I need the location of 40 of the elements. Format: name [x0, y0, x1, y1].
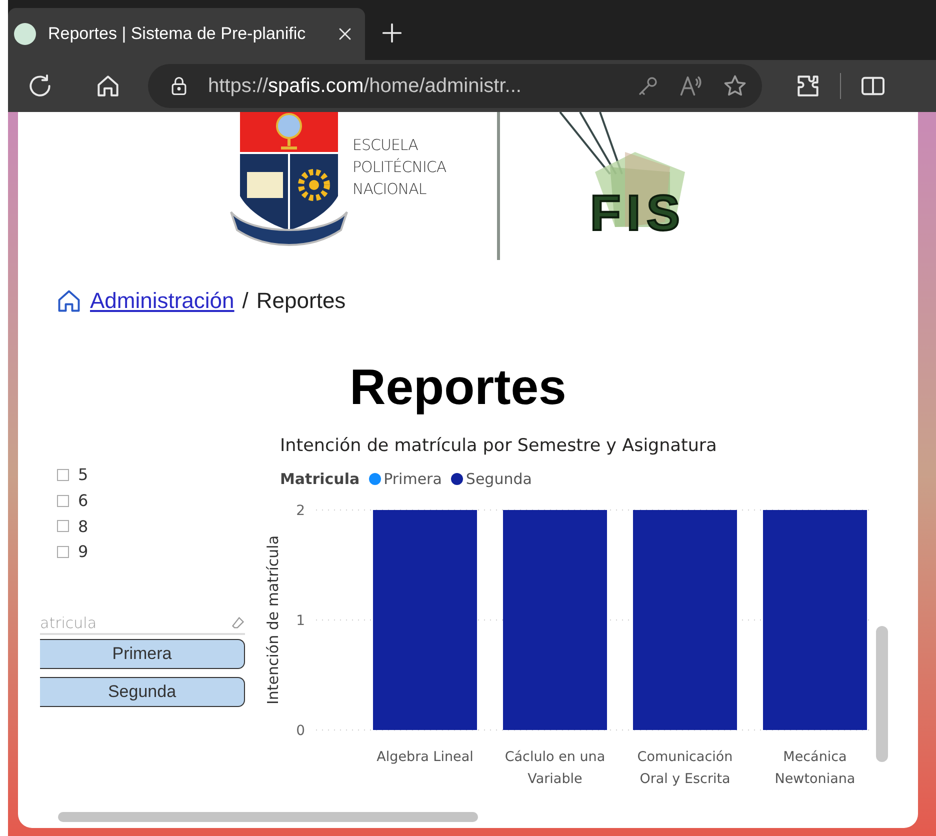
checkbox-label: 8: [78, 516, 88, 536]
y-tick-label: 1: [296, 613, 305, 629]
key-icon[interactable]: [636, 74, 660, 98]
breadcrumb-current: Reportes: [256, 288, 346, 314]
legend-title: Matricula: [280, 470, 360, 488]
checkbox-label: 5: [78, 465, 88, 484]
legend-label: Segunda: [466, 470, 532, 488]
university-name-line: POLITÉCNICA: [352, 157, 446, 178]
breadcrumb-link[interactable]: Administración: [90, 288, 234, 314]
x-category-label: Algebra Lineal: [376, 749, 474, 765]
checkbox[interactable]: [57, 546, 69, 558]
browser-tab[interactable]: Reportes | Sistema de Pre-planific: [8, 8, 365, 60]
home-icon[interactable]: [56, 288, 82, 314]
checkbox[interactable]: [57, 468, 69, 481]
site-favicon: [14, 23, 36, 45]
y-tick-label: 2: [296, 503, 305, 519]
slicer-option[interactable]: Segunda: [40, 676, 245, 707]
breadcrumb-separator: /: [242, 288, 248, 314]
address-bar[interactable]: https://spafis.com/home/administr...: [148, 64, 762, 108]
checkbox[interactable]: [57, 520, 69, 532]
chart-title: Intención de matrícula por Semestre y Asignatura: [280, 436, 718, 456]
x-category-label: Comunicación Oral y Escrita: [637, 749, 733, 787]
y-tick-label: 0: [296, 723, 305, 739]
checkbox-label: 6: [78, 491, 88, 510]
tab-title: Reportes | Sistema de Pre-planific: [48, 24, 307, 44]
checkbox-label: 9: [78, 542, 88, 562]
page-title: Reportes: [348, 358, 568, 416]
slicer-title: atricula: [40, 614, 97, 632]
x-category-label: Mecánica Newtoniana: [774, 749, 856, 787]
legend-label: Primera: [384, 470, 442, 488]
horizontal-scrollbar[interactable]: [58, 812, 478, 822]
university-name-line: ESCUELA: [352, 135, 419, 156]
url-text: https://spafis.com/home/administr...: [208, 74, 522, 98]
y-axis-title: Intención de matrícula: [264, 535, 282, 705]
university-name-line: NACIONAL: [352, 179, 428, 200]
slicer-option[interactable]: Primera: [40, 638, 245, 669]
vertical-scrollbar[interactable]: [876, 626, 888, 762]
x-category-label: Cáclulo en una Variable: [504, 749, 606, 787]
eraser-icon[interactable]: [231, 616, 245, 630]
checkbox[interactable]: [57, 494, 69, 507]
